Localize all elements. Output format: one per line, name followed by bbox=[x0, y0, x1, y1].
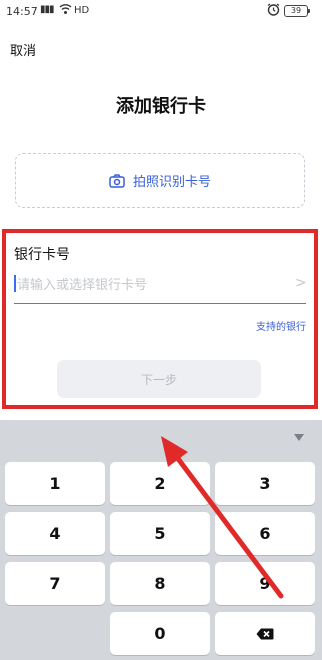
status-bar: 14:57 ▮▮▮ HD 39 bbox=[0, 0, 322, 22]
chevron-right-icon[interactable]: > bbox=[295, 275, 307, 291]
card-number-label: 银行卡号 bbox=[14, 247, 70, 263]
key-4[interactable]: 4 bbox=[5, 512, 105, 555]
page-title: 添加银行卡 bbox=[116, 96, 206, 117]
text-cursor bbox=[14, 275, 16, 292]
numeric-keypad: 1 2 3 4 5 6 7 8 9 0 bbox=[0, 420, 322, 660]
key-5[interactable]: 5 bbox=[110, 512, 210, 555]
photo-recognize-button[interactable]: 拍照识别卡号 bbox=[15, 153, 305, 208]
backspace-icon bbox=[256, 628, 274, 640]
key-9[interactable]: 9 bbox=[215, 562, 315, 605]
key-0[interactable]: 0 bbox=[110, 612, 210, 655]
key-1[interactable]: 1 bbox=[5, 462, 105, 505]
input-underline bbox=[14, 303, 306, 304]
photo-recognize-label: 拍照识别卡号 bbox=[132, 175, 211, 190]
key-8[interactable]: 8 bbox=[110, 562, 210, 605]
chevron-down-icon[interactable] bbox=[294, 434, 304, 441]
alarm-icon bbox=[267, 3, 280, 19]
camera-icon bbox=[109, 173, 125, 188]
key-3[interactable]: 3 bbox=[215, 462, 315, 505]
card-number-input[interactable] bbox=[14, 271, 304, 299]
signal-icon: ▮▮▮ bbox=[40, 4, 54, 15]
network-type: HD bbox=[74, 5, 90, 16]
wifi-icon bbox=[59, 3, 72, 18]
key-2[interactable]: 2 bbox=[110, 462, 210, 505]
key-7[interactable]: 7 bbox=[5, 562, 105, 605]
backspace-key[interactable] bbox=[215, 612, 315, 655]
status-time: 14:57 bbox=[6, 5, 38, 18]
cancel-button[interactable]: 取消 bbox=[10, 40, 36, 59]
next-step-button[interactable]: 下一步 bbox=[57, 360, 261, 398]
key-6[interactable]: 6 bbox=[215, 512, 315, 555]
battery-icon: 39 bbox=[284, 5, 310, 17]
supported-banks-link[interactable]: 支持的银行 bbox=[256, 318, 306, 333]
key-blank bbox=[5, 612, 105, 655]
